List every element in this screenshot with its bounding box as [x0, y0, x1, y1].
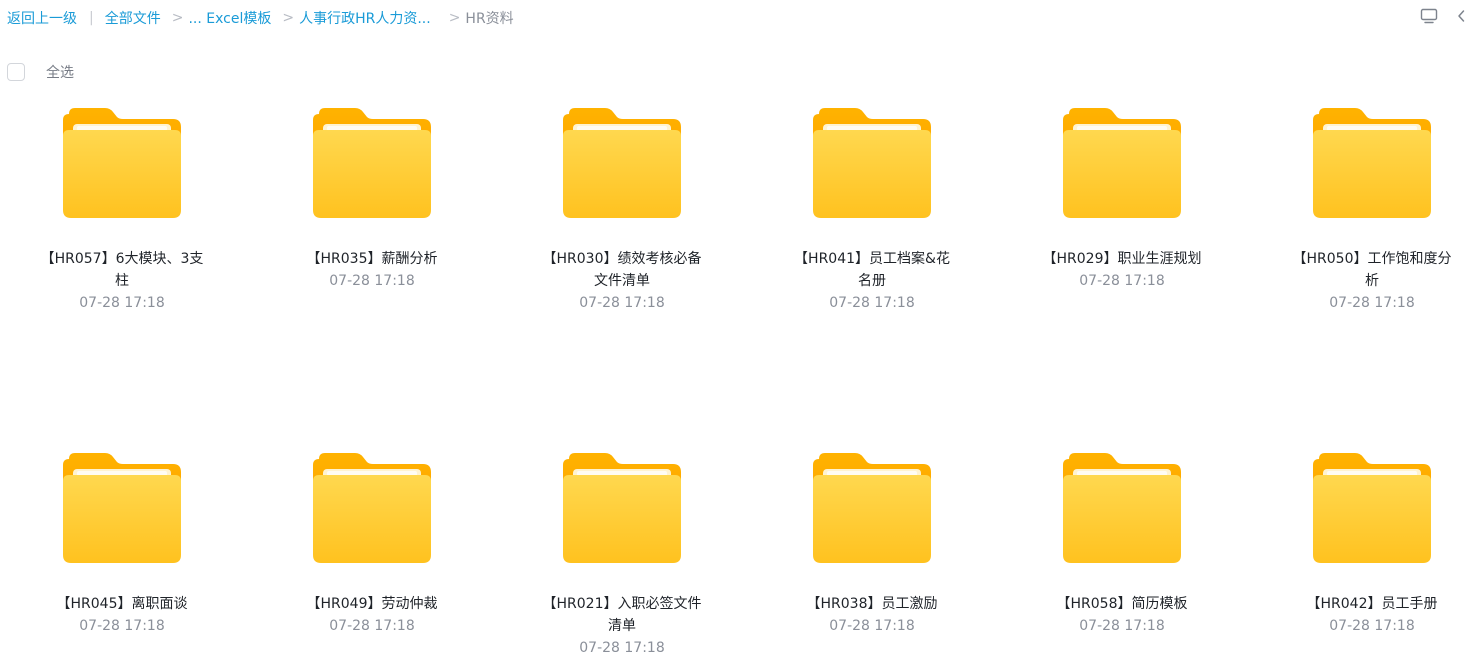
folder-modified-time: 07-28 17:18 — [79, 295, 165, 311]
select-all-label: 全选 — [46, 65, 74, 81]
breadcrumb-item-all-files[interactable]: 全部文件 — [105, 8, 161, 28]
breadcrumb-item-excel-templates[interactable]: ... Excel模板 — [188, 8, 271, 28]
folder-modified-time: 07-28 17:18 — [79, 618, 165, 634]
folder-item[interactable]: 【HR021】入职必签文件清单 07-28 17:18 — [532, 451, 712, 659]
select-all[interactable]: 全选 — [7, 62, 74, 82]
folder-name: 【HR038】员工激励 — [806, 596, 938, 612]
folder-modified-time: 07-28 17:18 — [579, 640, 665, 656]
folder-item[interactable]: 【HR050】工作饱和度分析 07-28 17:18 — [1282, 106, 1462, 314]
folder-name: 【HR049】劳动仲裁 — [306, 596, 438, 612]
folder-icon — [1063, 108, 1181, 218]
folder-modified-time: 07-28 17:18 — [829, 295, 915, 311]
folder-icon — [563, 453, 681, 563]
breadcrumb: 返回上一级 | 全部文件 > ... Excel模板 > 人事行政HR人力资..… — [0, 0, 1478, 36]
folder-modified-time: 07-28 17:18 — [1079, 618, 1165, 634]
folder-name: 【HR021】入职必签文件清单 — [542, 596, 702, 634]
folder-icon — [313, 453, 431, 563]
folder-name: 【HR058】简历模板 — [1056, 596, 1188, 612]
screen-icon[interactable] — [1420, 8, 1438, 28]
folder-icon — [1313, 453, 1431, 563]
folder-icon — [1313, 108, 1431, 218]
breadcrumb-separator: | — [89, 10, 94, 26]
folder-modified-time: 07-28 17:18 — [579, 295, 665, 311]
folder-item[interactable]: 【HR057】6大模块、3支柱 07-28 17:18 — [32, 106, 212, 314]
folder-icon — [63, 108, 181, 218]
folder-name: 【HR042】员工手册 — [1306, 596, 1438, 612]
toolbar — [1420, 8, 1466, 28]
folder-item[interactable]: 【HR041】员工档案&花名册 07-28 17:18 — [782, 106, 962, 314]
folder-name: 【HR041】员工档案&花名册 — [794, 251, 950, 289]
select-all-checkbox[interactable] — [7, 63, 25, 81]
folder-icon — [63, 453, 181, 563]
folder-modified-time: 07-28 17:18 — [1079, 273, 1165, 289]
folder-name: 【HR050】工作饱和度分析 — [1292, 251, 1452, 289]
folder-modified-time: 07-28 17:18 — [1329, 618, 1415, 634]
folder-icon — [1063, 453, 1181, 563]
folder-name: 【HR030】绩效考核必备文件清单 — [542, 251, 702, 289]
folder-item[interactable]: 【HR045】离职面谈 07-28 17:18 — [32, 451, 212, 637]
breadcrumb-current: HR资料 — [465, 11, 514, 27]
folder-modified-time: 07-28 17:18 — [329, 618, 415, 634]
folder-item[interactable]: 【HR049】劳动仲裁 07-28 17:18 — [282, 451, 462, 637]
folder-modified-time: 07-28 17:18 — [829, 618, 915, 634]
breadcrumb-separator: > — [171, 10, 184, 26]
folder-item[interactable]: 【HR038】员工激励 07-28 17:18 — [782, 451, 962, 637]
folder-name: 【HR045】离职面谈 — [56, 596, 188, 612]
folder-icon — [313, 108, 431, 218]
breadcrumb-item-hr-resources[interactable]: 人事行政HR人力资... — [299, 8, 431, 28]
chevron-left-icon[interactable] — [1456, 8, 1466, 28]
folder-icon — [813, 108, 931, 218]
folder-item[interactable]: 【HR029】职业生涯规划 07-28 17:18 — [1032, 106, 1212, 292]
folder-modified-time: 07-28 17:18 — [329, 273, 415, 289]
folder-name: 【HR057】6大模块、3支柱 — [40, 251, 204, 289]
breadcrumb-separator: > — [448, 10, 461, 26]
folder-modified-time: 07-28 17:18 — [1329, 295, 1415, 311]
folder-item[interactable]: 【HR042】员工手册 07-28 17:18 — [1282, 451, 1462, 637]
folder-item[interactable]: 【HR035】薪酬分析 07-28 17:18 — [282, 106, 462, 292]
folder-icon — [563, 108, 681, 218]
back-link[interactable]: 返回上一级 — [7, 8, 77, 28]
folder-name: 【HR029】职业生涯规划 — [1042, 251, 1202, 267]
folder-name: 【HR035】薪酬分析 — [306, 251, 438, 267]
folder-item[interactable]: 【HR030】绩效考核必备文件清单 07-28 17:18 — [532, 106, 712, 314]
folder-icon — [813, 453, 931, 563]
breadcrumb-separator: > — [282, 10, 295, 26]
folder-item[interactable]: 【HR058】简历模板 07-28 17:18 — [1032, 451, 1212, 637]
